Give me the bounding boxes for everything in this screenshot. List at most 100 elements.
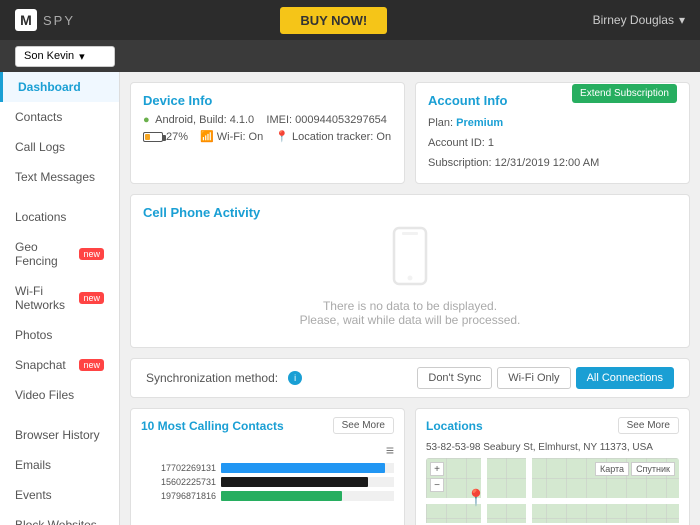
sidebar-item-video-files[interactable]: Video Files xyxy=(0,380,119,410)
account-details: Plan: Premium Extend Subscription Accoun… xyxy=(428,114,677,173)
wifi-badge: new xyxy=(79,292,104,304)
map-zoom-out-button[interactable]: − xyxy=(430,478,444,492)
plan-value: Premium xyxy=(456,117,503,129)
locations-see-more-button[interactable]: See More xyxy=(618,417,679,434)
contact-number-1: 17702269131 xyxy=(141,463,216,473)
location-text: Location tracker: On xyxy=(292,131,391,143)
device-imei-label: IMEI: xyxy=(266,114,292,126)
sync-wifi-only-button[interactable]: Wi-Fi Only xyxy=(497,367,570,389)
sidebar-item-photos[interactable]: Photos xyxy=(0,320,119,350)
user-menu[interactable]: Birney Douglas ▾ xyxy=(593,13,685,27)
activity-empty-message: There is no data to be displayed. Please… xyxy=(143,284,677,337)
activity-msg1: There is no data to be displayed. xyxy=(143,299,677,313)
sidebar-label-events: Events xyxy=(15,488,52,502)
snapchat-badge: new xyxy=(79,359,104,371)
account-id-value: 1 xyxy=(488,137,494,149)
sidebar-item-locations[interactable]: Locations xyxy=(0,202,119,232)
sidebar-item-dashboard[interactable]: Dashboard xyxy=(0,72,119,102)
sync-buttons: Don't Sync Wi-Fi Only All Connections xyxy=(417,367,674,389)
hamburger-icon: ≡ xyxy=(386,442,394,458)
logo: m SPY xyxy=(15,9,75,31)
content-area: Device Info ● Android, Build: 4.1.0 IMEI… xyxy=(120,72,700,525)
sidebar-label-geo-fencing: Geo Fencing xyxy=(15,240,74,268)
bar-chart: 17702269131 15602225731 19796871816 xyxy=(141,463,394,501)
sidebar-label-browser-history: Browser History xyxy=(15,428,100,442)
account-info-card: Account Info Plan: Premium Extend Subscr… xyxy=(415,82,690,184)
toolbar: Son Kevin ▾ xyxy=(0,40,700,72)
location-status: 📍 Location tracker: On xyxy=(275,130,391,143)
sidebar-item-emails[interactable]: Emails xyxy=(0,450,119,480)
map-pin-icon: 📍 xyxy=(466,488,486,508)
info-cards-row: Device Info ● Android, Build: 4.1.0 IMEI… xyxy=(130,82,690,184)
sidebar-item-wifi-networks[interactable]: Wi-Fi Networks new xyxy=(0,276,119,320)
calling-contacts-card: 10 Most Calling Contacts See More ≡ 1770… xyxy=(130,408,405,525)
map-road-h1 xyxy=(426,498,679,504)
logo-icon: m xyxy=(15,9,37,31)
table-row: 15602225731 xyxy=(141,477,394,487)
cell-activity-card: Cell Phone Activity There is no data to … xyxy=(130,194,690,348)
sidebar-item-snapchat[interactable]: Snapchat new xyxy=(0,350,119,380)
map-road-v2 xyxy=(526,458,532,525)
sync-label: Synchronization method: xyxy=(146,371,278,385)
locations-card: Locations See More 53-82-53-98 Seabury S… xyxy=(415,408,690,525)
wifi-icon: 📶 xyxy=(200,131,214,143)
subscription-value: 12/31/2019 12:00 AM xyxy=(495,157,600,169)
app-header: m SPY BUY NOW! Birney Douglas ▾ xyxy=(0,0,700,40)
sidebar-item-geo-fencing[interactable]: Geo Fencing new xyxy=(0,232,119,276)
table-row: 17702269131 xyxy=(141,463,394,473)
sidebar-label-video-files: Video Files xyxy=(15,388,74,402)
contact-number-2: 15602225731 xyxy=(141,477,216,487)
account-id-label: Account ID: xyxy=(428,137,485,149)
sidebar: Dashboard Contacts Call Logs Text Messag… xyxy=(0,72,120,525)
device-name: Son Kevin xyxy=(24,50,74,62)
map-tab-satellite[interactable]: Спутник xyxy=(631,462,675,476)
sync-all-connections-button[interactable]: All Connections xyxy=(576,367,674,389)
buy-now-button[interactable]: BUY NOW! xyxy=(280,7,387,34)
bar-fill-1 xyxy=(221,463,385,473)
calling-see-more-button[interactable]: See More xyxy=(333,417,394,434)
wifi-text: Wi-Fi: On xyxy=(217,131,263,143)
sidebar-item-contacts[interactable]: Contacts xyxy=(0,102,119,132)
sidebar-label-block-websites: Block Websites xyxy=(15,518,97,525)
bar-fill-3 xyxy=(221,491,342,501)
sidebar-label-text-messages: Text Messages xyxy=(15,170,95,184)
bar-fill-2 xyxy=(221,477,368,487)
subscription-label: Subscription: xyxy=(428,157,492,169)
bar-container-3 xyxy=(221,491,394,501)
sidebar-item-block-websites[interactable]: Block Websites xyxy=(0,510,119,525)
device-stats: 27% 📶 Wi-Fi: On 📍 Location tracker: On xyxy=(143,130,392,143)
sidebar-item-call-logs[interactable]: Call Logs xyxy=(0,132,119,162)
sidebar-label-photos: Photos xyxy=(15,328,52,342)
map-tab-map[interactable]: Карта xyxy=(595,462,629,476)
extend-subscription-button[interactable]: Extend Subscription xyxy=(572,84,677,103)
map-zoom-in-button[interactable]: + xyxy=(430,462,444,476)
activity-msg2: Please, wait while data will be processe… xyxy=(143,313,677,327)
sidebar-item-text-messages[interactable]: Text Messages xyxy=(0,162,119,192)
table-row: 19796871816 xyxy=(141,491,394,501)
sidebar-item-events[interactable]: Events xyxy=(0,480,119,510)
calling-title: 10 Most Calling Contacts xyxy=(141,419,284,433)
phone-icon xyxy=(385,226,435,276)
device-imei: 000944053297654 xyxy=(295,114,387,126)
device-os-text: Android, Build: 4.1.0 xyxy=(155,114,254,126)
sidebar-label-wifi-networks: Wi-Fi Networks xyxy=(15,284,74,312)
bar-container-1 xyxy=(221,463,394,473)
device-selector[interactable]: Son Kevin ▾ xyxy=(15,46,115,67)
user-name: Birney Douglas xyxy=(593,13,674,27)
map-address: 53-82-53-98 Seabury St, Elmhurst, NY 113… xyxy=(426,442,679,453)
map-tabs: Карта Спутник xyxy=(595,462,675,476)
sync-dont-sync-button[interactable]: Don't Sync xyxy=(417,367,492,389)
android-icon: ● xyxy=(143,114,150,126)
device-info-title: Device Info xyxy=(143,93,392,108)
user-dropdown-icon: ▾ xyxy=(679,13,685,27)
wifi-status: 📶 Wi-Fi: On xyxy=(200,130,263,143)
sync-info-icon[interactable]: i xyxy=(288,371,302,385)
battery-indicator: 27% xyxy=(143,131,188,143)
battery-icon xyxy=(143,132,163,142)
locations-title: Locations xyxy=(426,419,483,433)
contact-number-3: 19796871816 xyxy=(141,491,216,501)
sidebar-item-browser-history[interactable]: Browser History xyxy=(0,420,119,450)
sidebar-label-contacts: Contacts xyxy=(15,110,62,124)
main-layout: Dashboard Contacts Call Logs Text Messag… xyxy=(0,72,700,525)
sidebar-label-call-logs: Call Logs xyxy=(15,140,65,154)
